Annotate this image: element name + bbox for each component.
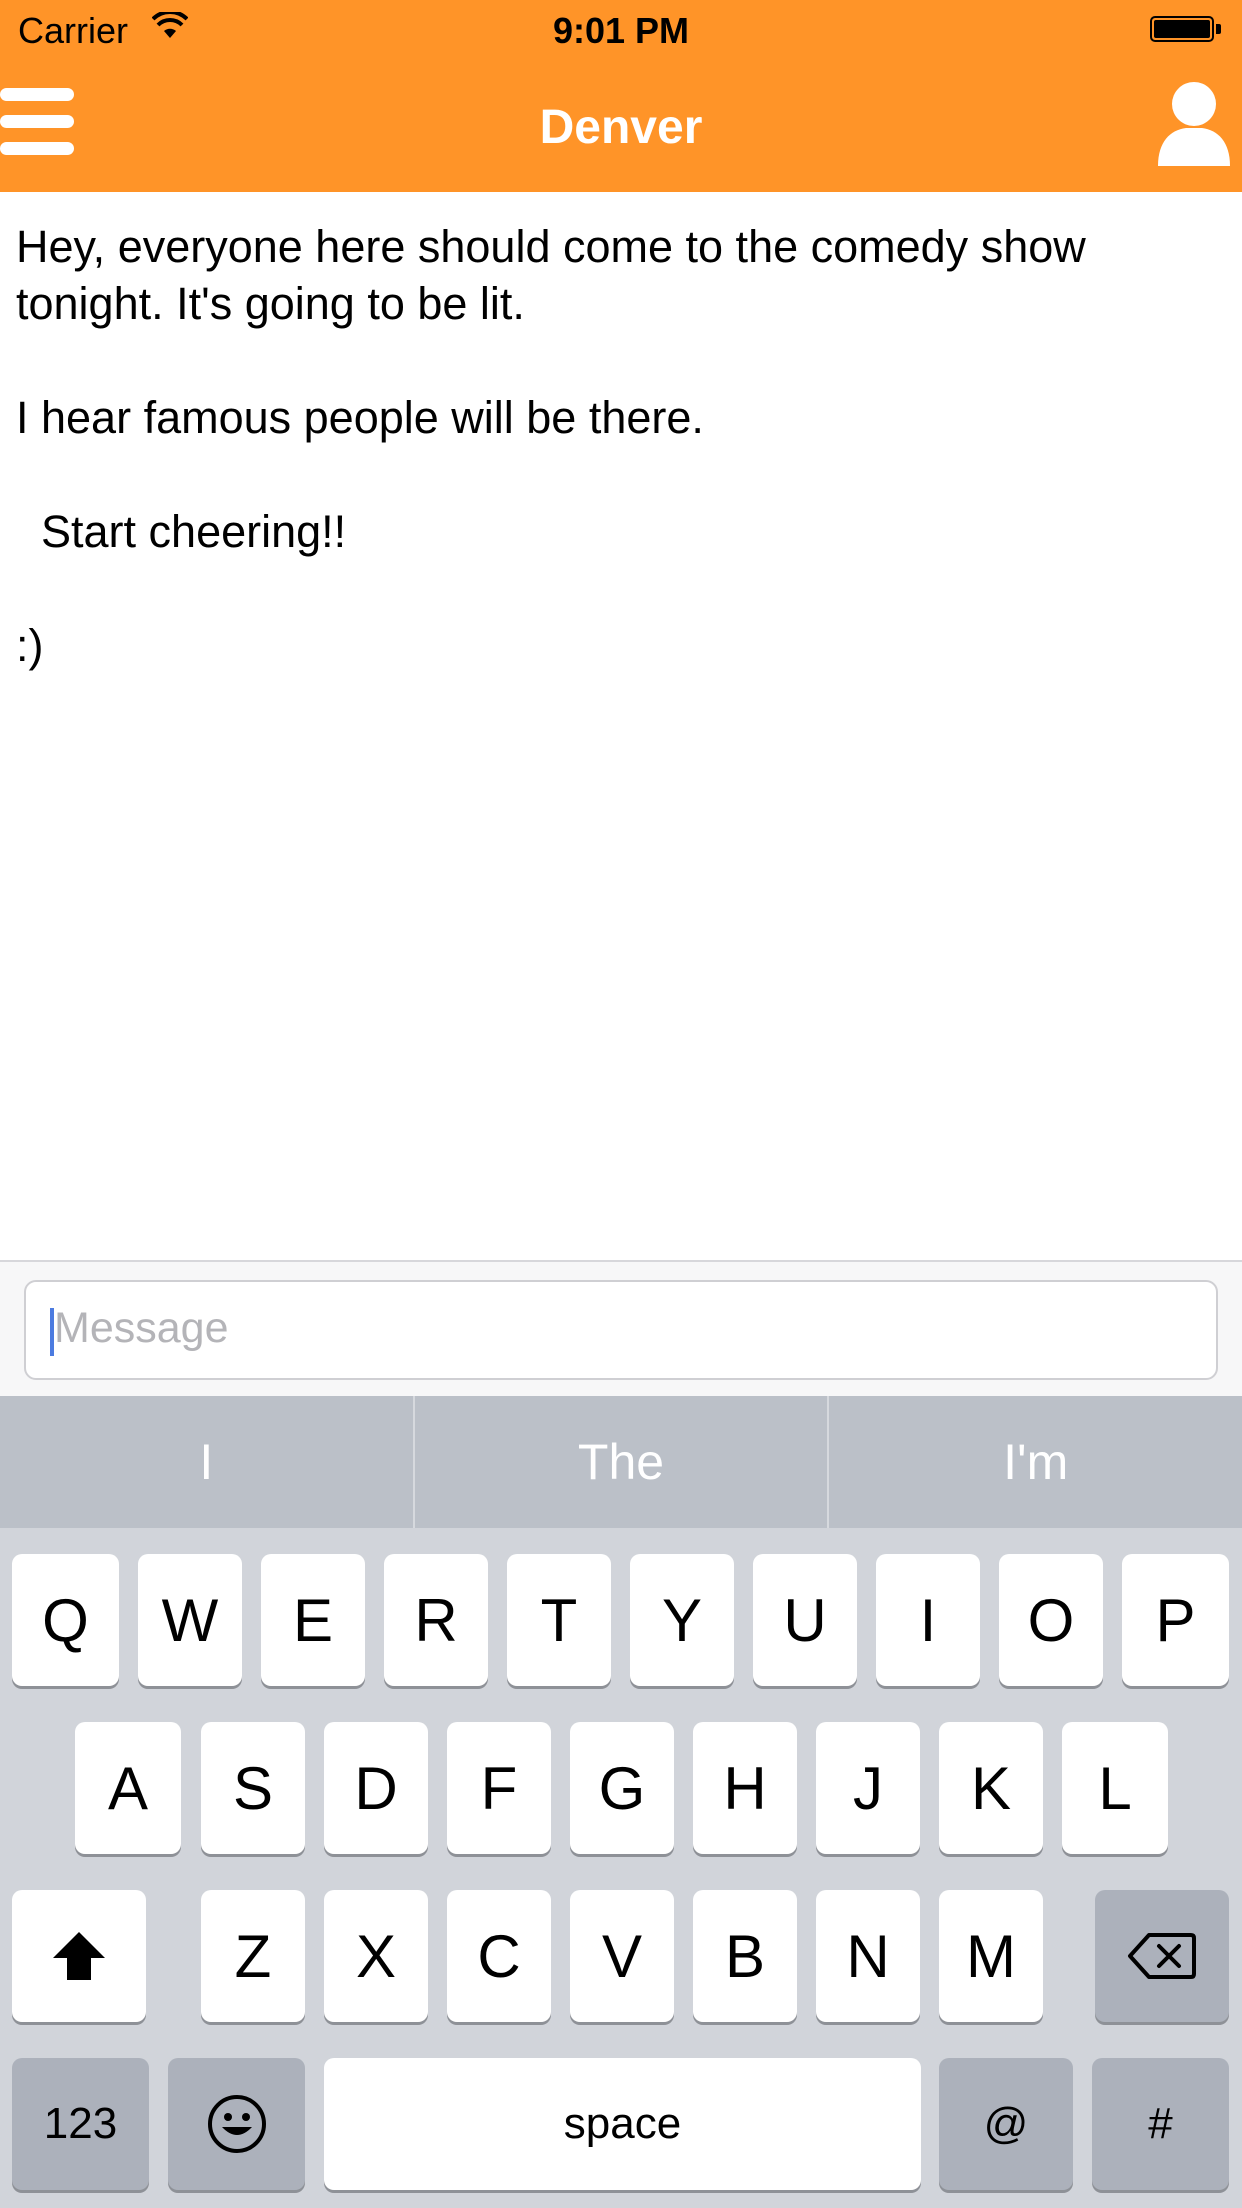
key-n[interactable]: N [816, 1890, 920, 2022]
navigation-bar: Carrier 9:01 PM Denver [0, 0, 1242, 192]
key-t[interactable]: T [507, 1554, 611, 1686]
keyboard: Q W E R T Y U I O P A S D F G H J K L Z … [0, 1528, 1242, 2208]
key-d[interactable]: D [324, 1722, 428, 1854]
key-s[interactable]: S [201, 1722, 305, 1854]
predictive-text-bar: I The I'm [0, 1396, 1242, 1528]
message-text: :) [16, 620, 44, 671]
shift-key[interactable] [12, 1890, 146, 2022]
key-e[interactable]: E [261, 1554, 365, 1686]
status-time: 9:01 PM [552, 10, 690, 51]
key-u[interactable]: U [753, 1554, 857, 1686]
message-text: Start cheering!! [16, 506, 347, 557]
message-text: I hear famous people will be there. [16, 392, 704, 443]
prediction-suggestion[interactable]: I'm [829, 1396, 1242, 1528]
hash-key[interactable]: # [1092, 2058, 1229, 2190]
shift-icon [53, 1932, 105, 1980]
person-icon[interactable] [1156, 80, 1232, 166]
key-r[interactable]: R [384, 1554, 488, 1686]
key-y[interactable]: Y [630, 1554, 734, 1686]
message-composer: Message [0, 1260, 1242, 1396]
key-g[interactable]: G [570, 1722, 674, 1854]
battery-icon [1150, 16, 1222, 44]
message-input[interactable]: Message [24, 1280, 1218, 1380]
emoji-key[interactable] [168, 2058, 305, 2190]
key-v[interactable]: V [570, 1890, 674, 2022]
prediction-suggestion[interactable]: I [0, 1396, 413, 1528]
message-placeholder: Message [54, 1304, 229, 1352]
backspace-key[interactable] [1095, 1890, 1229, 2022]
message-list: Hey, everyone here should come to the co… [16, 218, 1226, 674]
key-o[interactable]: O [999, 1554, 1103, 1686]
key-p[interactable]: P [1122, 1554, 1229, 1686]
key-b[interactable]: B [693, 1890, 797, 2022]
key-x[interactable]: X [324, 1890, 428, 2022]
key-c[interactable]: C [447, 1890, 551, 2022]
key-z[interactable]: Z [201, 1890, 305, 2022]
emoji-icon [207, 2095, 266, 2153]
key-f[interactable]: F [447, 1722, 551, 1854]
key-h[interactable]: H [693, 1722, 797, 1854]
key-q[interactable]: Q [12, 1554, 119, 1686]
prediction-suggestion[interactable]: The [415, 1396, 828, 1528]
message-text: Hey, everyone here should come to the co… [16, 221, 1099, 329]
page-title: Denver [539, 101, 703, 154]
key-j[interactable]: J [816, 1722, 920, 1854]
status-bar: Carrier 9:01 PM [0, 0, 1242, 60]
numbers-key[interactable]: 123 [12, 2058, 149, 2190]
key-i[interactable]: I [876, 1554, 980, 1686]
key-w[interactable]: W [138, 1554, 242, 1686]
backspace-icon [1128, 1933, 1196, 1979]
key-l[interactable]: L [1062, 1722, 1168, 1854]
key-k[interactable]: K [939, 1722, 1043, 1854]
space-key[interactable]: space [324, 2058, 921, 2190]
key-a[interactable]: A [75, 1722, 181, 1854]
key-m[interactable]: M [939, 1890, 1043, 2022]
at-key[interactable]: @ [939, 2058, 1073, 2190]
